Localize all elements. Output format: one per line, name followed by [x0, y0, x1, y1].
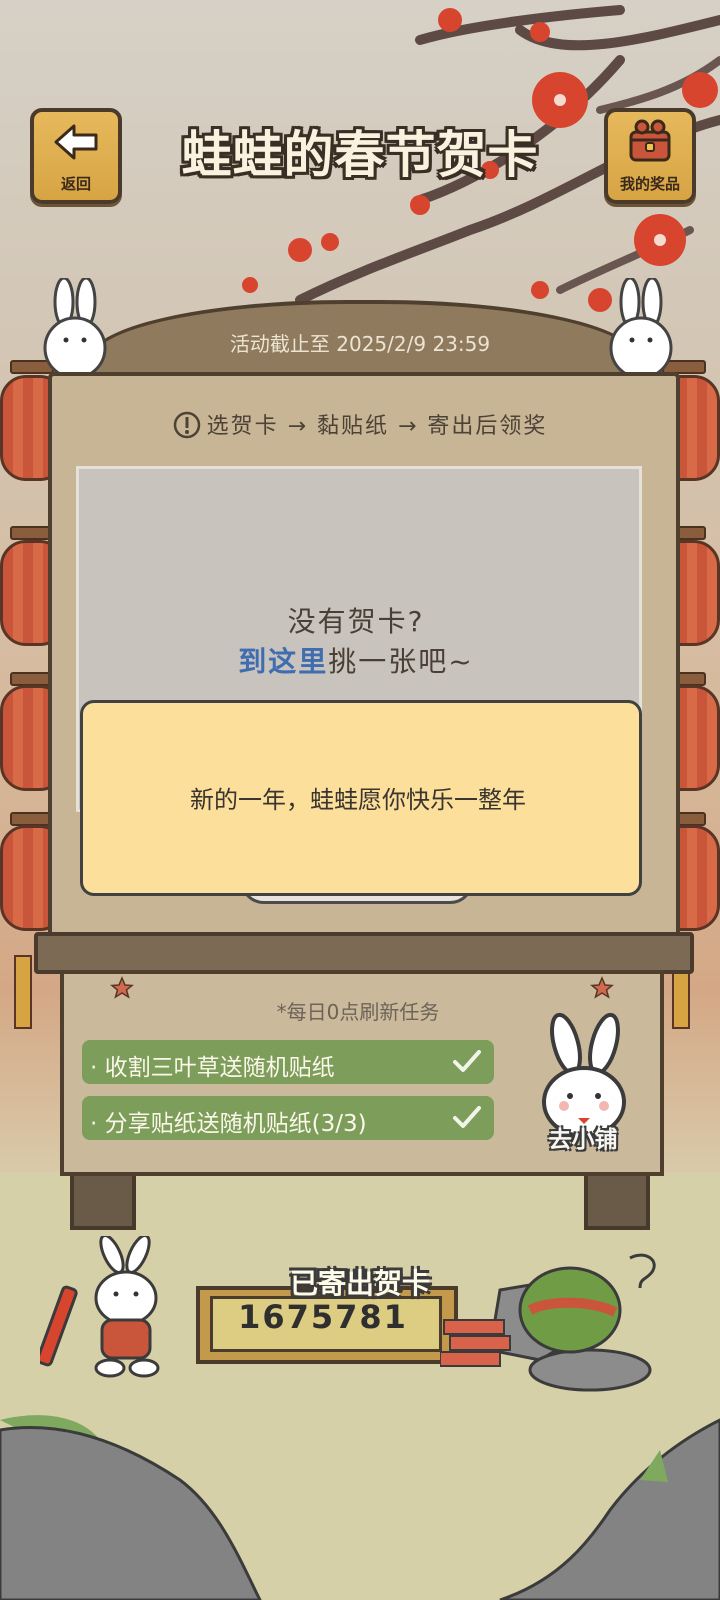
info-icon: [173, 411, 200, 439]
frog-resting-decoration: [440, 1253, 656, 1392]
back-button[interactable]: 返回: [30, 108, 122, 204]
treasure-chest-icon: [629, 119, 671, 162]
sent-cards-count: 1675781: [238, 1298, 408, 1336]
task-label: · 分享贴纸送随机贴纸(3/3): [90, 1111, 367, 1137]
my-prizes-button[interactable]: 我的奖品: [604, 108, 696, 204]
bunny-left-decoration: [43, 278, 107, 380]
bunny-right-decoration: [609, 278, 673, 380]
task-item-harvest-clover[interactable]: · 收割三叶草送随机贴纸: [82, 1040, 494, 1084]
toast-message: 新的一年，蛙蛙愿你快乐一整年: [190, 786, 526, 814]
steps-text: 选贺卡 → 黏贴纸 → 寄出后领奖: [206, 414, 548, 439]
task-label: · 收割三叶草送随机贴纸: [90, 1055, 335, 1081]
my-prizes-label: 我的奖品: [619, 175, 680, 193]
check-icon: [453, 1106, 481, 1128]
rocks-foreground: [0, 1415, 720, 1600]
steps-hint: 选贺卡 → 黏贴纸 → 寄出后领奖: [0, 408, 720, 440]
back-label: 返回: [60, 175, 91, 193]
bunny-firecracker-decoration: [40, 1236, 160, 1378]
wooden-beam: [34, 932, 694, 974]
check-icon: [453, 1050, 481, 1072]
no-card-title: 没有贺卡?: [287, 605, 425, 638]
arrow-left-icon: [54, 124, 98, 160]
pick-card-line: 到这里挑一张吧~: [76, 640, 636, 680]
task-item-share-sticker[interactable]: · 分享贴纸送随机贴纸(3/3): [82, 1096, 494, 1140]
go-to-shop-label[interactable]: 去小铺: [528, 1120, 638, 1154]
pick-card-link[interactable]: 到这里: [238, 645, 328, 678]
page-title: 蛙蛙的春节贺卡: [181, 126, 539, 184]
pick-card-suffix: 挑一张吧~: [328, 645, 474, 678]
